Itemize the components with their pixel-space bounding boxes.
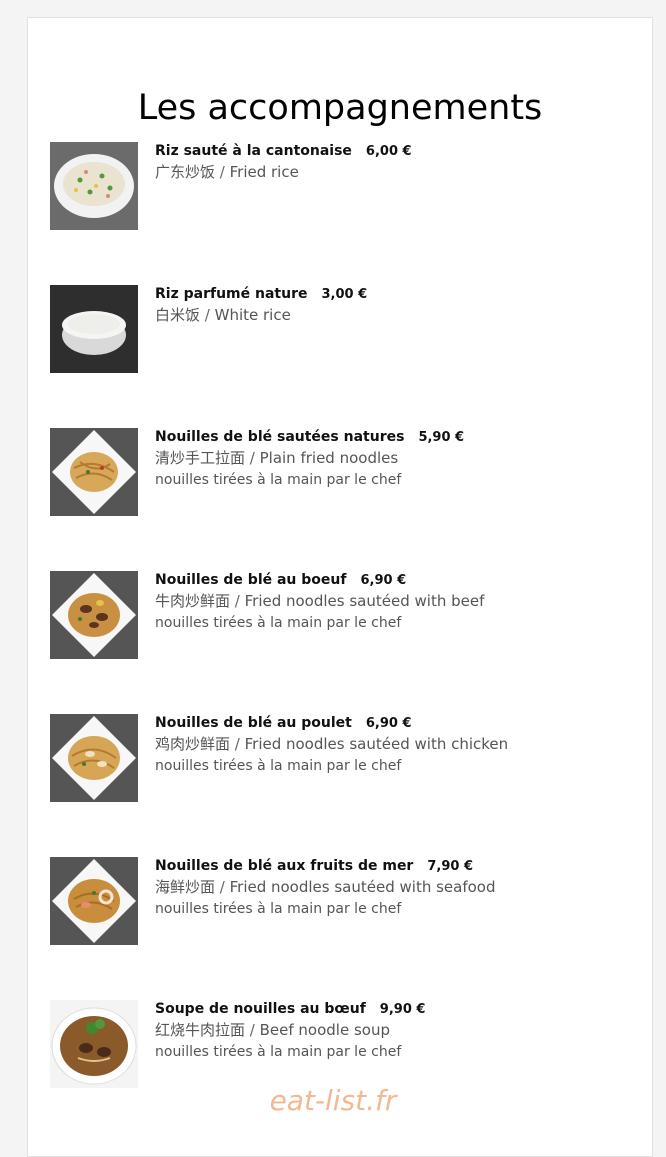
item-chinese-name: 白米饭 bbox=[155, 306, 201, 324]
menu-item: Nouilles de blé au poulet 6,90 € 鸡肉炒鲜面 / … bbox=[50, 714, 630, 804]
item-text: Riz parfumé nature 3,00 € 白米饭 / White ric… bbox=[155, 285, 367, 326]
item-english-name: Fried noodles sautéed with beef bbox=[244, 592, 485, 610]
beef-noodles-photo bbox=[50, 571, 138, 659]
white-rice-photo bbox=[50, 285, 138, 373]
watermark: eat-list.fr bbox=[269, 1084, 397, 1117]
menu-item: Soupe de nouilles au bœuf 9,90 € 红烧牛肉拉面 /… bbox=[50, 1000, 630, 1090]
item-text: Soupe de nouilles au bœuf 9,90 € 红烧牛肉拉面 /… bbox=[155, 1000, 425, 1063]
item-text: Nouilles de blé sautées natures 5,90 € 清炒… bbox=[155, 428, 464, 491]
item-note: nouilles tirées à la main par le chef bbox=[155, 615, 402, 631]
item-english-name: Fried noodles sautéed with chicken bbox=[244, 735, 509, 753]
chicken-noodles-photo bbox=[50, 714, 138, 802]
menu-card: Les accompagnements Riz sauté à la canto… bbox=[27, 17, 653, 1157]
item-text: Nouilles de blé au boeuf 6,90 € 牛肉炒鲜面 / F… bbox=[155, 571, 484, 634]
item-title-line: Riz parfumé nature 3,00 € bbox=[155, 285, 367, 304]
menu-item: Riz sauté à la cantonaise 6,00 € 广东炒饭 / F… bbox=[50, 142, 630, 232]
item-chinese-name: 牛肉炒鲜面 bbox=[155, 592, 231, 610]
item-chinese-name: 海鲜炒面 bbox=[155, 878, 216, 896]
item-price: 9,90 € bbox=[379, 1002, 426, 1017]
beef-noodle-soup-photo bbox=[50, 1000, 138, 1088]
item-translation: 红烧牛肉拉面 / Beef noodle soup bbox=[155, 1021, 390, 1039]
item-price: 5,90 € bbox=[418, 430, 465, 445]
item-title-line: Riz sauté à la cantonaise 6,00 € bbox=[155, 142, 412, 161]
item-translation: 广东炒饭 / Fried rice bbox=[155, 163, 299, 181]
menu-item: Riz parfumé nature 3,00 € 白米饭 / White ric… bbox=[50, 285, 630, 375]
item-price: 6,90 € bbox=[360, 573, 407, 588]
item-name: Riz sauté à la cantonaise bbox=[155, 143, 352, 159]
item-text: Nouilles de blé au poulet 6,90 € 鸡肉炒鲜面 / … bbox=[155, 714, 508, 777]
item-name: Nouilles de blé au poulet bbox=[155, 715, 352, 731]
item-text: Nouilles de blé aux fruits de mer 7,90 € … bbox=[155, 857, 496, 920]
item-english-name: Fried noodles sautéed with seafood bbox=[229, 878, 496, 896]
item-name: Nouilles de blé au boeuf bbox=[155, 572, 347, 588]
item-price: 7,90 € bbox=[427, 859, 473, 874]
item-translation: 牛肉炒鲜面 / Fried noodles sautéed with beef bbox=[155, 592, 485, 610]
item-title-line: Nouilles de blé au boeuf 6,90 € bbox=[155, 571, 484, 590]
item-translation: 鸡肉炒鲜面 / Fried noodles sautéed with chick… bbox=[155, 735, 509, 753]
item-price: 6,00 € bbox=[365, 144, 412, 159]
menu-item: Nouilles de blé au boeuf 6,90 € 牛肉炒鲜面 / F… bbox=[50, 571, 630, 661]
item-english-name: Fried rice bbox=[229, 163, 299, 181]
item-translation: 海鲜炒面 / Fried noodles sautéed with seafoo… bbox=[155, 878, 496, 896]
item-title-line: Nouilles de blé aux fruits de mer 7,90 € bbox=[155, 857, 496, 876]
item-name: Nouilles de blé aux fruits de mer bbox=[155, 858, 414, 874]
item-chinese-name: 广东炒饭 bbox=[155, 163, 216, 181]
menu-item: Nouilles de blé aux fruits de mer 7,90 € … bbox=[50, 857, 630, 947]
item-price: 6,90 € bbox=[365, 716, 412, 731]
seafood-noodles-photo bbox=[50, 857, 138, 945]
item-translation: 白米饭 / White rice bbox=[155, 306, 291, 324]
item-name: Riz parfumé nature bbox=[155, 286, 308, 302]
item-chinese-name: 鸡肉炒鲜面 bbox=[155, 735, 231, 753]
item-price: 3,00 € bbox=[321, 287, 368, 302]
item-name: Nouilles de blé sautées natures bbox=[155, 429, 405, 445]
item-chinese-name: 红烧牛肉拉面 bbox=[155, 1021, 246, 1039]
item-note: nouilles tirées à la main par le chef bbox=[155, 758, 402, 774]
plain-noodles-photo bbox=[50, 428, 138, 516]
fried-rice-photo bbox=[50, 142, 138, 230]
item-chinese-name: 清炒手工拉面 bbox=[155, 449, 246, 467]
item-note: nouilles tirées à la main par le chef bbox=[155, 901, 402, 917]
item-english-name: White rice bbox=[214, 306, 291, 324]
item-english-name: Plain fried noodles bbox=[259, 449, 399, 467]
item-name: Soupe de nouilles au bœuf bbox=[155, 1001, 366, 1017]
item-title-line: Nouilles de blé sautées natures 5,90 € bbox=[155, 428, 464, 447]
item-title-line: Nouilles de blé au poulet 6,90 € bbox=[155, 714, 508, 733]
item-translation: 清炒手工拉面 / Plain fried noodles bbox=[155, 449, 399, 467]
item-note: nouilles tirées à la main par le chef bbox=[155, 472, 402, 488]
item-english-name: Beef noodle soup bbox=[259, 1021, 390, 1039]
menu-item: Nouilles de blé sautées natures 5,90 € 清炒… bbox=[50, 428, 630, 518]
page-title: Les accompagnements bbox=[137, 88, 543, 128]
item-title-line: Soupe de nouilles au bœuf 9,90 € bbox=[155, 1000, 425, 1019]
item-note: nouilles tirées à la main par le chef bbox=[155, 1044, 402, 1060]
item-text: Riz sauté à la cantonaise 6,00 € 广东炒饭 / F… bbox=[155, 142, 412, 183]
